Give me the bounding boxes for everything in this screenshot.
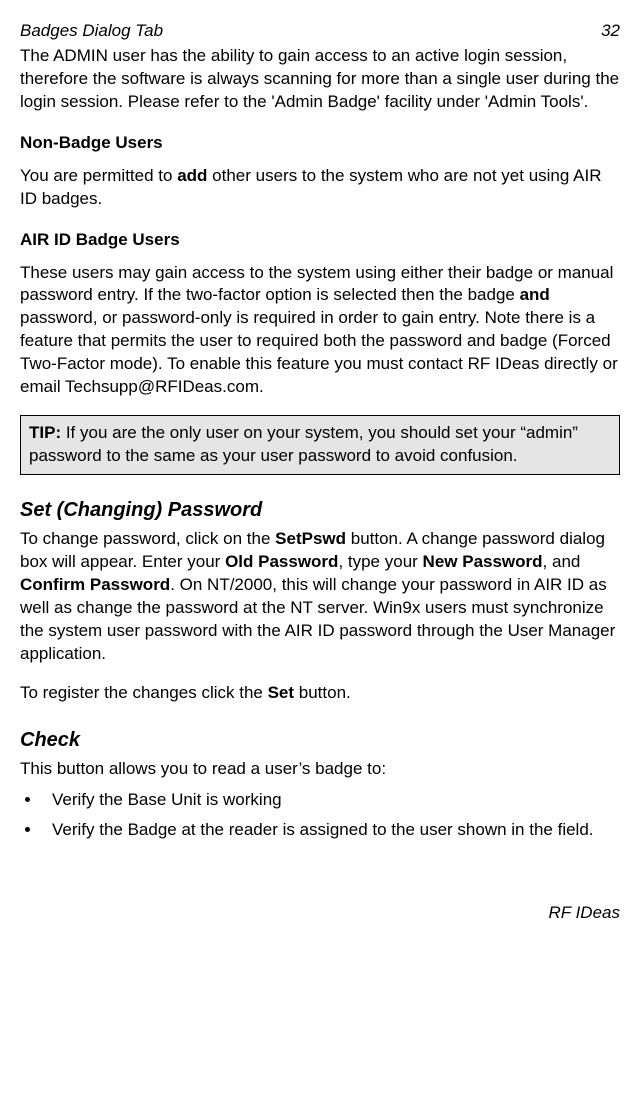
bold-confirm-password: Confirm Password — [20, 575, 170, 594]
list-item: Verify the Badge at the reader is assign… — [42, 819, 620, 842]
bold-new-password: New Password — [423, 552, 543, 571]
page-header: Badges Dialog Tab 32 — [20, 20, 620, 43]
check-list: Verify the Base Unit is working Verify t… — [42, 789, 620, 843]
text-fragment: button. — [294, 683, 351, 702]
bold-set: Set — [268, 683, 294, 702]
heading-check: Check — [20, 727, 620, 754]
tip-box: TIP: If you are the only user on your sy… — [20, 415, 620, 475]
bold-setpswd: SetPswd — [275, 529, 346, 548]
tip-text: If you are the only user on your system,… — [29, 423, 578, 465]
bold-add: add — [177, 166, 207, 185]
footer: RF IDeas — [20, 902, 620, 925]
bold-old-password: Old Password — [225, 552, 338, 571]
text-fragment: You are permitted to — [20, 166, 177, 185]
header-title: Badges Dialog Tab — [20, 20, 163, 43]
heading-set-password: Set (Changing) Password — [20, 497, 620, 524]
text-fragment: password, or password-only is required i… — [20, 308, 618, 396]
heading-air-id-badge-users: AIR ID Badge Users — [20, 229, 620, 252]
set-password-paragraph-2: To register the changes click the Set bu… — [20, 682, 620, 705]
non-badge-paragraph: You are permitted to add other users to … — [20, 165, 620, 211]
check-intro: This button allows you to read a user’s … — [20, 758, 620, 781]
air-id-paragraph: These users may gain access to the syste… — [20, 262, 620, 400]
heading-non-badge-users: Non-Badge Users — [20, 132, 620, 155]
tip-label: TIP: — [29, 423, 61, 442]
bold-and: and — [520, 285, 550, 304]
list-item: Verify the Base Unit is working — [42, 789, 620, 812]
text-fragment: , and — [543, 552, 581, 571]
text-fragment: To change password, click on the — [20, 529, 275, 548]
header-page-number: 32 — [601, 20, 620, 43]
text-fragment: To register the changes click the — [20, 683, 268, 702]
set-password-paragraph-1: To change password, click on the SetPswd… — [20, 528, 620, 666]
intro-paragraph: The ADMIN user has the ability to gain a… — [20, 45, 620, 114]
text-fragment: , type your — [338, 552, 422, 571]
